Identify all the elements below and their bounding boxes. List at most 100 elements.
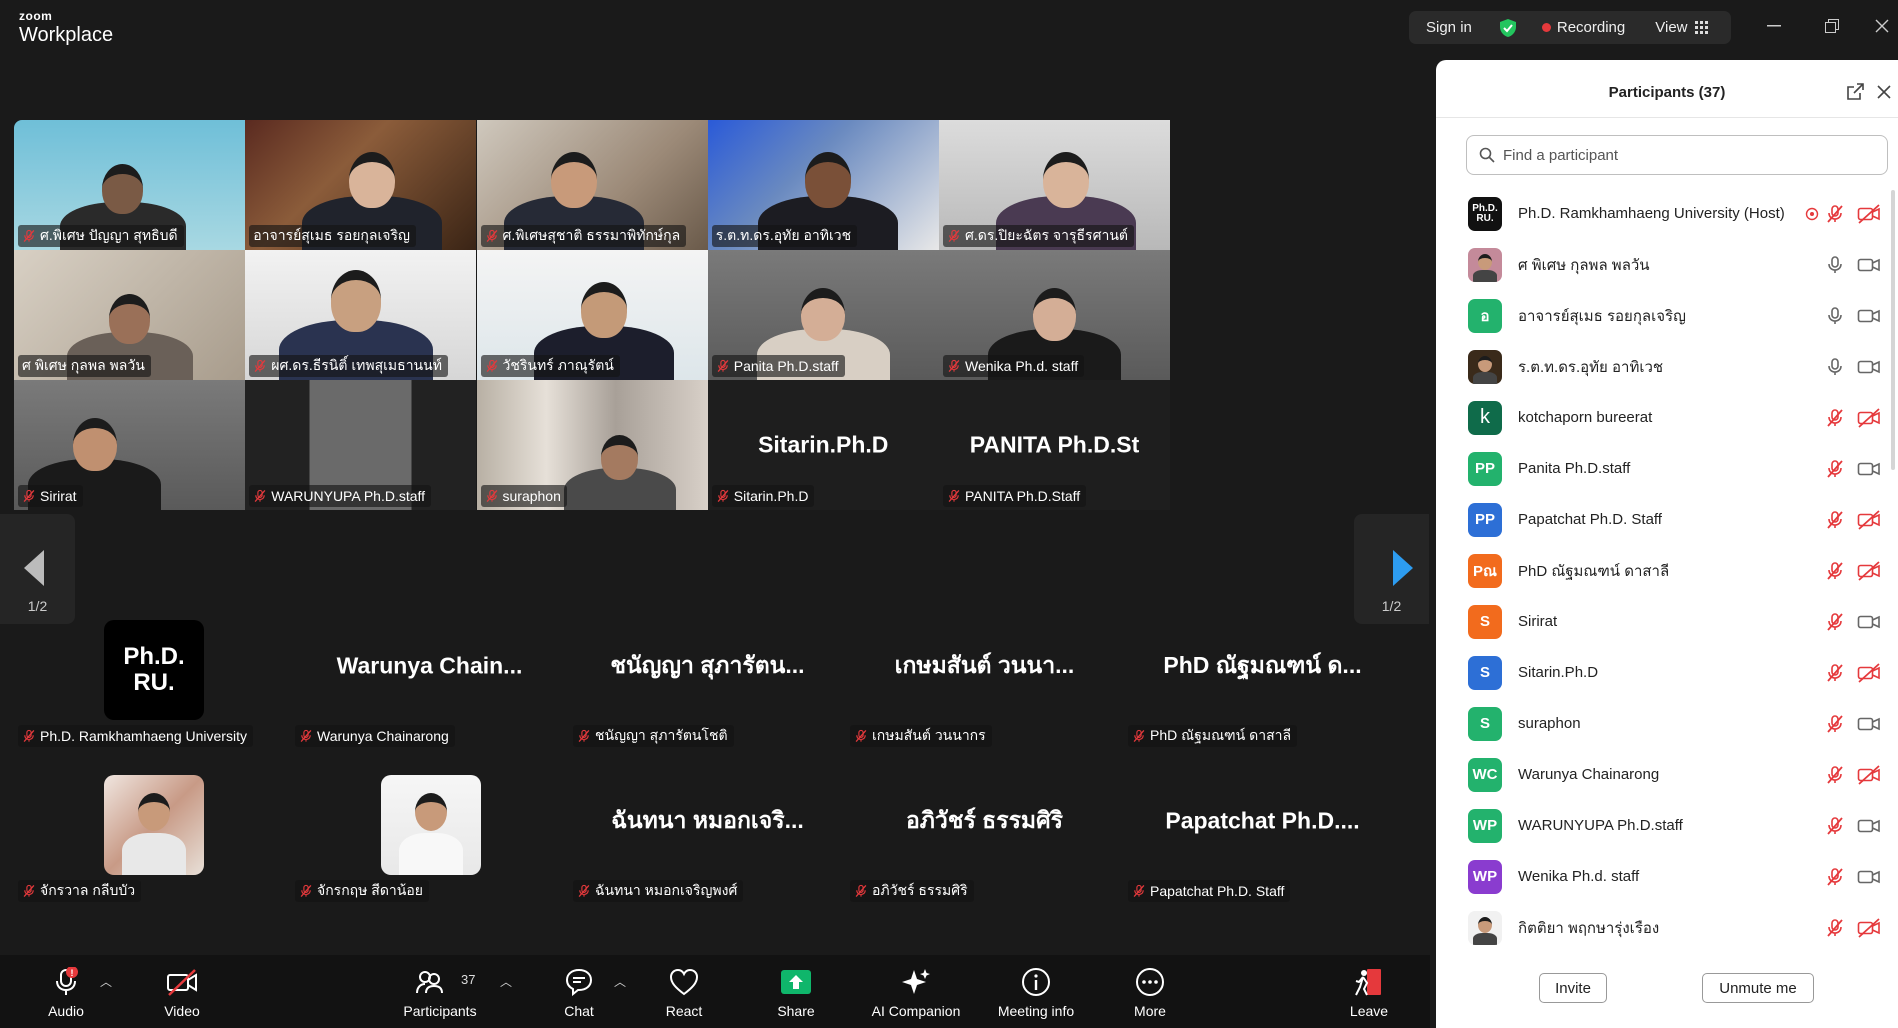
- muted-mic-icon[interactable]: [1825, 765, 1845, 785]
- video-button[interactable]: Video: [158, 955, 206, 1028]
- chat-options-chevron-icon[interactable]: ︿: [614, 973, 626, 990]
- audio-tile[interactable]: Warunya Chain... Warunya Chainarong: [291, 600, 568, 750]
- camera-off-icon[interactable]: [1857, 560, 1881, 581]
- video-tile[interactable]: ผศ.ดร.ธีรนิติ์ เทพสุเมธานนท์: [245, 250, 477, 380]
- camera-icon[interactable]: [1857, 816, 1881, 836]
- muted-mic-icon[interactable]: [1825, 918, 1845, 938]
- participant-row[interactable]: WP WARUNYUPA Ph.D.staff: [1436, 800, 1898, 851]
- video-tile[interactable]: ศ พิเศษ กุลพล พลวัน: [14, 250, 245, 380]
- camera-icon[interactable]: [1857, 357, 1881, 377]
- muted-mic-icon[interactable]: [1825, 816, 1845, 836]
- chat-button[interactable]: Chat: [558, 955, 600, 1028]
- camera-icon[interactable]: [1857, 459, 1881, 479]
- camera-icon[interactable]: [1857, 714, 1881, 734]
- muted-mic-icon[interactable]: [1825, 867, 1845, 887]
- camera-off-icon[interactable]: [1857, 203, 1881, 224]
- sign-in-button[interactable]: Sign in: [1426, 19, 1472, 36]
- camera-icon[interactable]: [1857, 612, 1881, 632]
- camera-icon[interactable]: [1857, 306, 1881, 326]
- video-tile[interactable]: suraphon: [476, 380, 708, 510]
- participant-row[interactable]: Ph.D. RU. Ph.D. Ramkhamhaeng University (…: [1436, 188, 1898, 239]
- participant-name-label: Ph.D. Ramkhamhaeng University: [18, 725, 253, 747]
- video-tile[interactable]: ศ.ดร.ปิยะฉัตร จารุธีรศานต์: [939, 120, 1170, 250]
- camera-off-icon[interactable]: [1857, 407, 1881, 428]
- ai-companion-button[interactable]: AI Companion: [866, 955, 966, 1028]
- audio-tile[interactable]: Papatchat Ph.D.... Papatchat Ph.D. Staff: [1124, 755, 1401, 905]
- camera-off-icon[interactable]: [1857, 662, 1881, 683]
- participant-row[interactable]: WP Wenika Ph.d. staff: [1436, 851, 1898, 902]
- audio-tile[interactable]: จักรวาล กลีบบัว: [14, 755, 291, 905]
- camera-off-icon[interactable]: [1857, 509, 1881, 530]
- previous-page-button[interactable]: 1/2: [0, 514, 75, 624]
- audio-tile[interactable]: เกษมสันต์ วนนา... เกษมสันต์ วนนากร: [846, 600, 1123, 750]
- mic-icon[interactable]: [1825, 306, 1845, 326]
- camera-off-icon[interactable]: [1857, 764, 1881, 785]
- video-tile[interactable]: Sitarin.Ph.D Sitarin.Ph.D: [707, 380, 939, 510]
- next-page-button[interactable]: 1/2: [1354, 514, 1429, 624]
- mic-icon[interactable]: [1825, 255, 1845, 275]
- participant-list-scrollbar[interactable]: [1891, 190, 1895, 470]
- video-tile[interactable]: ร.ต.ท.ดร.อุทัย อาทิเวช: [707, 120, 939, 250]
- muted-mic-icon[interactable]: [1825, 663, 1845, 683]
- pop-out-icon[interactable]: [1845, 82, 1865, 102]
- close-panel-icon[interactable]: [1874, 82, 1894, 102]
- participants-button[interactable]: Participants: [398, 955, 482, 1028]
- participant-row[interactable]: WC Warunya Chainarong: [1436, 749, 1898, 800]
- meeting-info-button[interactable]: Meeting info: [991, 955, 1081, 1028]
- video-tile[interactable]: PANITA Ph.D.St PANITA Ph.D.Staff: [939, 380, 1170, 510]
- audio-options-chevron-icon[interactable]: ︿: [100, 973, 112, 990]
- leave-button[interactable]: Leave: [1347, 955, 1391, 1028]
- muted-mic-icon[interactable]: [1825, 714, 1845, 734]
- participant-row[interactable]: Ssuraphon: [1436, 698, 1898, 749]
- muted-mic-icon[interactable]: [1825, 612, 1845, 632]
- audio-tile[interactable]: ชนัญญา สุภารัตน... ชนัญญา สุภารัตนโชติ: [569, 600, 846, 750]
- recording-indicator[interactable]: Recording: [1557, 19, 1625, 36]
- participants-options-chevron-icon[interactable]: ︿: [500, 973, 512, 990]
- participant-row[interactable]: อ อาจารย์สุเมธ รอยกุลเจริญ: [1436, 290, 1898, 341]
- view-button[interactable]: View: [1655, 19, 1687, 36]
- unmute-me-button[interactable]: Unmute me: [1702, 973, 1814, 1003]
- share-button[interactable]: Share: [772, 955, 820, 1028]
- video-tile[interactable]: Panita Ph.D.staff: [707, 250, 939, 380]
- participant-row[interactable]: PP Papatchat Ph.D. Staff: [1436, 494, 1898, 545]
- audio-button[interactable]: ! Audio: [42, 955, 90, 1028]
- camera-icon[interactable]: [1857, 255, 1881, 275]
- participant-row[interactable]: ร.ต.ท.ดร.อุทัย อาทิเวช: [1436, 341, 1898, 392]
- more-button[interactable]: More: [1128, 955, 1172, 1028]
- participant-row[interactable]: ศ พิเศษ กุลพล พลวัน: [1436, 239, 1898, 290]
- participant-row[interactable]: กิตติยา พฤกษารุ่งเรือง: [1436, 902, 1898, 953]
- muted-mic-icon[interactable]: [1825, 204, 1845, 224]
- security-shield-icon[interactable]: [1498, 18, 1518, 38]
- muted-mic-icon[interactable]: [1825, 459, 1845, 479]
- muted-mic-icon[interactable]: [1825, 408, 1845, 428]
- video-tile[interactable]: WARUNYUPA Ph.D.staff: [245, 380, 477, 510]
- muted-mic-icon[interactable]: [1825, 561, 1845, 581]
- audio-tile[interactable]: อภิวัชร์ ธรรมศิริ อภิวัชร์ ธรรมศิริ: [846, 755, 1123, 905]
- participant-row[interactable]: S Sitarin.Ph.D: [1436, 647, 1898, 698]
- participant-row[interactable]: Pณ PhD ณัฐมณฑน์ ดาสาลี: [1436, 545, 1898, 596]
- muted-mic-icon[interactable]: [1825, 510, 1845, 530]
- search-input[interactable]: [1503, 146, 1853, 164]
- video-tile[interactable]: วัชรินทร์ ภาณุรัตน์: [476, 250, 708, 380]
- audio-tile[interactable]: จักรกฤษ สีดาน้อย: [291, 755, 568, 905]
- audio-tile[interactable]: ฉันทนา หมอกเจริ... ฉันทนา หมอกเจริญพงศ์: [569, 755, 846, 905]
- video-tile[interactable]: ศ.พิเศษสุชาติ ธรรมาพิทักษ์กุล: [476, 120, 708, 250]
- page-indicator-right: 1/2: [1381, 598, 1402, 614]
- video-tile[interactable]: Wenika Ph.d. staff: [939, 250, 1170, 380]
- minimize-icon[interactable]: [1762, 14, 1786, 38]
- camera-off-icon[interactable]: [1857, 917, 1881, 938]
- video-tile[interactable]: Sirirat: [14, 380, 245, 510]
- video-tile[interactable]: ศ.พิเศษ ปัญญา สุทธิบดี: [14, 120, 245, 250]
- close-window-icon[interactable]: [1870, 14, 1894, 38]
- camera-icon[interactable]: [1857, 867, 1881, 887]
- react-button[interactable]: React: [662, 955, 706, 1028]
- invite-button[interactable]: Invite: [1539, 973, 1607, 1003]
- mic-icon[interactable]: [1825, 357, 1845, 377]
- participant-name-label: Sitarin.Ph.D: [711, 485, 815, 507]
- participant-row[interactable]: PP Panita Ph.D.staff: [1436, 443, 1898, 494]
- muted-mic-icon: [947, 229, 961, 243]
- restore-icon[interactable]: [1820, 14, 1844, 38]
- video-tile[interactable]: อาจารย์สุเมธ รอยกุลเจริญ: [245, 120, 477, 250]
- participant-row[interactable]: k kotchaporn bureerat: [1436, 392, 1898, 443]
- participant-row[interactable]: S Sirirat: [1436, 596, 1898, 647]
